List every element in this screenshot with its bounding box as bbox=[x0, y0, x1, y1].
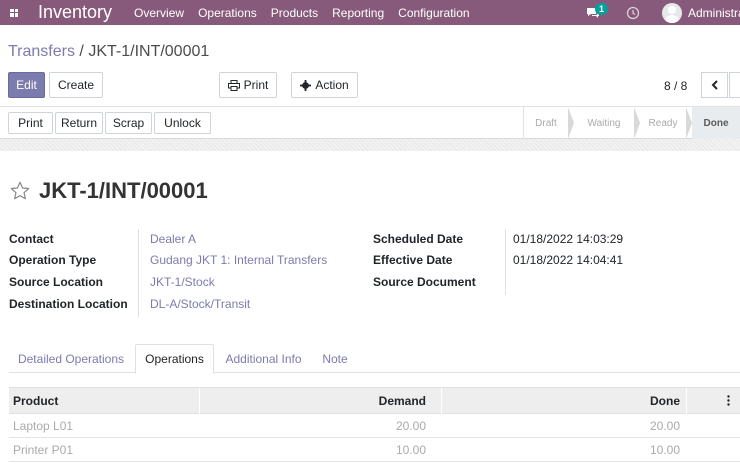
stage-done-current[interactable]: Done bbox=[692, 107, 740, 139]
menu-item-reporting[interactable]: Reporting bbox=[332, 6, 384, 20]
column-separator bbox=[441, 388, 442, 414]
product-cell: Printer P01 bbox=[13, 443, 74, 457]
unlock-button[interactable]: Unlock bbox=[154, 112, 211, 134]
pager-next-button[interactable] bbox=[729, 72, 740, 98]
breadcrumb-parent-link[interactable]: Transfers bbox=[8, 43, 75, 60]
product-cell: Laptop L01 bbox=[13, 419, 74, 433]
menu-item-products[interactable]: Products bbox=[271, 6, 318, 20]
column-header-done[interactable]: Done bbox=[650, 388, 680, 414]
effective-date-field[interactable]: 01/18/2022 14:04:41 bbox=[513, 253, 623, 267]
destination-location-label: Destination Location bbox=[9, 297, 128, 311]
breadcrumb-current: JKT-1/INT/00001 bbox=[88, 43, 210, 60]
column-separator bbox=[199, 388, 200, 414]
source-location-label: Source Location bbox=[9, 275, 104, 289]
stage-waiting[interactable]: Waiting bbox=[574, 107, 640, 139]
app-name[interactable]: Inventory bbox=[38, 2, 112, 23]
contact-label: Contact bbox=[9, 232, 54, 246]
main-menu: Overview Operations Products Reporting C… bbox=[134, 6, 484, 20]
record-title-row: JKT-1/INT/00001 bbox=[9, 178, 208, 204]
table-row[interactable]: Laptop L01 20.00 20.00 bbox=[9, 414, 740, 438]
messages-count-badge: 1 bbox=[595, 3, 609, 15]
apps-menu-icon[interactable] bbox=[0, 0, 28, 25]
operation-type-label: Operation Type bbox=[9, 253, 97, 267]
scheduled-date-field[interactable]: 01/18/2022 14:03:29 bbox=[513, 232, 623, 246]
scheduled-date-label: Scheduled Date bbox=[373, 232, 464, 246]
operation-type-field[interactable]: Gudang JKT 1: Internal Transfers bbox=[150, 253, 327, 267]
sheet-background bbox=[0, 139, 740, 151]
demand-cell: 20.00 bbox=[395, 419, 426, 433]
print-dropdown-button[interactable]: Print bbox=[219, 72, 277, 98]
column-header-product[interactable]: Product bbox=[13, 388, 58, 414]
favorite-star-icon[interactable] bbox=[9, 180, 31, 202]
user-avatar[interactable] bbox=[662, 2, 682, 23]
breadcrumb-separator: / bbox=[74, 43, 89, 60]
effective-date-label: Effective Date bbox=[373, 253, 453, 267]
demand-cell: 10.00 bbox=[395, 443, 426, 457]
menu-item-configuration[interactable]: Configuration bbox=[398, 6, 469, 20]
pager-value[interactable]: 8 / 8 bbox=[664, 79, 687, 93]
stage-draft[interactable]: Draft bbox=[524, 107, 574, 139]
status-print-button[interactable]: Print bbox=[8, 112, 53, 134]
table-header: Product Demand Done bbox=[9, 387, 740, 414]
tab-detailed-operations[interactable]: Detailed Operations bbox=[9, 344, 133, 373]
source-location-field[interactable]: JKT-1/Stock bbox=[150, 275, 215, 289]
breadcrumb: Transfers / JKT-1/INT/00001 bbox=[8, 43, 209, 61]
action-dropdown-button[interactable]: Action bbox=[291, 72, 358, 98]
create-button[interactable]: Create bbox=[49, 72, 103, 98]
pager-previous-button[interactable] bbox=[701, 72, 728, 98]
table-row[interactable]: Printer P01 10.00 10.00 bbox=[9, 438, 740, 462]
operations-table: Product Demand Done Laptop L01 20.00 20.… bbox=[9, 387, 740, 462]
contact-field[interactable]: Dealer A bbox=[150, 232, 196, 246]
menu-item-operations[interactable]: Operations bbox=[198, 6, 257, 20]
printer-icon bbox=[227, 79, 240, 91]
field-separator bbox=[138, 229, 139, 317]
top-navbar: Inventory Overview Operations Products R… bbox=[0, 0, 740, 25]
column-separator bbox=[686, 388, 687, 414]
record-title: JKT-1/INT/00001 bbox=[39, 178, 208, 203]
return-button[interactable]: Return bbox=[55, 112, 103, 134]
print-dropdown-label: Print bbox=[243, 78, 269, 92]
scrap-button[interactable]: Scrap bbox=[105, 112, 152, 134]
column-header-demand[interactable]: Demand bbox=[379, 388, 426, 414]
done-cell: 20.00 bbox=[649, 419, 680, 433]
activity-clock-icon[interactable] bbox=[626, 6, 640, 20]
destination-location-field[interactable]: DL-A/Stock/Transit bbox=[150, 297, 250, 311]
tab-operations[interactable]: Operations bbox=[135, 344, 214, 374]
edit-button[interactable]: Edit bbox=[8, 72, 45, 98]
chevron-left-icon bbox=[711, 80, 718, 90]
done-cell: 10.00 bbox=[649, 443, 680, 457]
stage-ready[interactable]: Ready bbox=[640, 107, 692, 139]
systray: 1 Administrator bbox=[586, 0, 740, 25]
messages-icon[interactable]: 1 bbox=[586, 0, 609, 25]
gear-icon bbox=[300, 79, 312, 91]
menu-item-overview[interactable]: Overview bbox=[134, 6, 184, 20]
tab-additional-info[interactable]: Additional Info bbox=[216, 344, 311, 373]
optional-columns-icon[interactable] bbox=[727, 395, 730, 406]
field-separator bbox=[505, 229, 506, 295]
action-dropdown-label: Action bbox=[315, 78, 349, 92]
statusbar: Print Return Scrap Unlock Draft Waiting … bbox=[0, 106, 740, 139]
user-name[interactable]: Administrator bbox=[688, 6, 740, 20]
notebook-tabs: Detailed Operations Operations Additiona… bbox=[9, 344, 740, 374]
source-document-label: Source Document bbox=[373, 275, 476, 289]
tab-note[interactable]: Note bbox=[313, 344, 357, 373]
